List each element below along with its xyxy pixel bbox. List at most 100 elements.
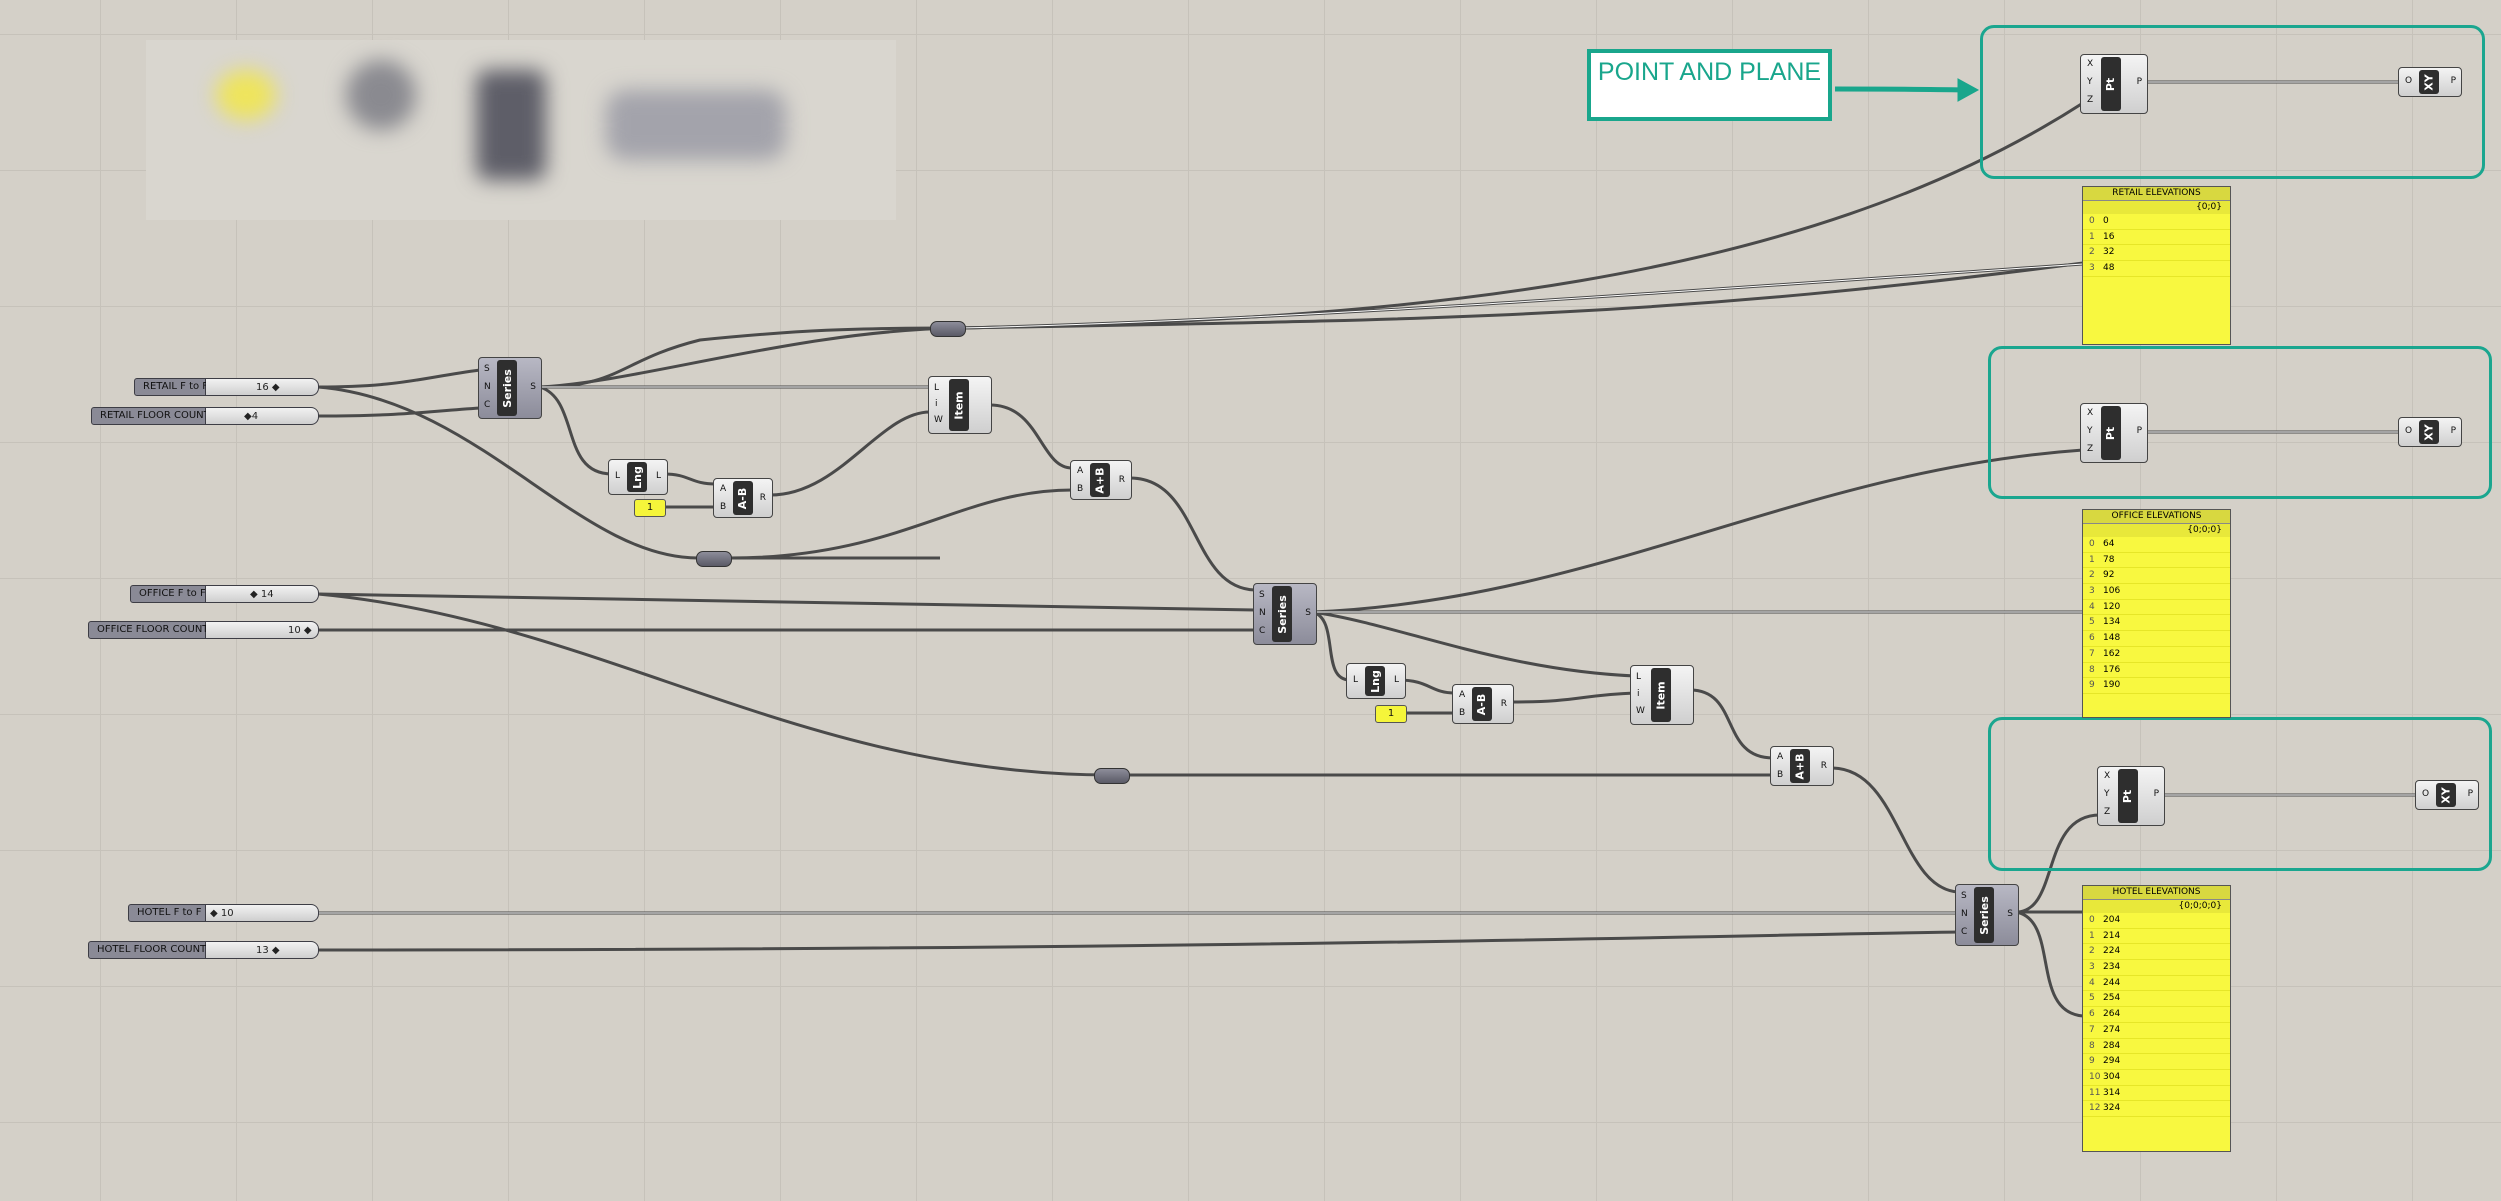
panel-row: 6 264 — [2083, 1007, 2230, 1023]
row-value: 234 — [2103, 962, 2121, 973]
input-a[interactable]: A — [1777, 752, 1783, 762]
wire — [539, 385, 613, 476]
office-ftf-slider[interactable]: OFFICE F to F ◆ 14 — [130, 585, 319, 603]
component-nickname: A+B — [1090, 463, 1110, 497]
input-b[interactable]: B — [1077, 484, 1083, 494]
series-component[interactable]: S N C Series S — [1955, 884, 2019, 946]
list-item-component[interactable]: L i W Item — [1630, 665, 1694, 725]
highlight-group — [1988, 717, 2492, 871]
input-a[interactable]: A — [1459, 690, 1465, 700]
output-r[interactable]: R — [1501, 699, 1507, 709]
input-b[interactable]: B — [1777, 770, 1783, 780]
slider-value: ◆ 10 — [210, 908, 234, 919]
output-r[interactable]: R — [1119, 475, 1125, 485]
subtraction-component[interactable]: A B A-B R — [713, 478, 773, 518]
input-l[interactable]: L — [934, 383, 939, 393]
row-index: 2 — [2089, 946, 2095, 957]
slider-track[interactable]: 13 ◆ — [206, 941, 319, 959]
input-a[interactable]: A — [720, 484, 726, 494]
input-n[interactable]: N — [1961, 909, 1968, 919]
row-index: 10 — [2089, 1071, 2101, 1082]
input-l[interactable]: L — [615, 471, 620, 481]
list-length-component[interactable]: L Lng L — [608, 459, 668, 495]
input-a[interactable]: A — [1077, 466, 1083, 476]
wire — [539, 261, 2084, 389]
row-value: 264 — [2103, 1009, 2121, 1020]
list-item-component[interactable]: L i W Item — [928, 376, 992, 434]
output-s[interactable]: S — [2007, 909, 2013, 919]
hotel-count-slider[interactable]: HOTEL FLOOR COUNT 13 ◆ — [88, 941, 319, 959]
panel-row: 2 224 — [2083, 944, 2230, 961]
input-c[interactable]: C — [1259, 626, 1265, 636]
component-nickname: A+B — [1790, 749, 1810, 783]
slider-value: 10 ◆ — [288, 625, 312, 636]
slider-track[interactable]: 10 ◆ — [206, 621, 319, 639]
retail-ftf-slider[interactable]: RETAIL F to F 16 ◆ — [134, 378, 319, 396]
number-panel[interactable]: 1 — [1375, 705, 1407, 723]
list-length-component[interactable]: L Lng L — [1346, 663, 1406, 699]
input-l[interactable]: L — [1353, 675, 1358, 685]
row-index: 1 — [2089, 554, 2095, 565]
input-w[interactable]: W — [934, 415, 943, 425]
input-b[interactable]: B — [720, 502, 726, 512]
input-c[interactable]: C — [1961, 927, 1967, 937]
retail-count-slider[interactable]: RETAIL FLOOR COUNT ◆4 — [91, 407, 319, 425]
retail-elevations-panel[interactable]: RETAIL ELEVATIONS {0;0} 0 0 1 16 2 32 3 48 — [2082, 186, 2231, 345]
slider-track[interactable]: ◆ 14 — [206, 585, 319, 603]
input-i[interactable]: i — [1637, 689, 1640, 699]
output-r[interactable]: R — [1821, 761, 1827, 771]
output-s[interactable]: S — [1305, 608, 1311, 618]
number-panel[interactable]: 1 — [634, 499, 666, 517]
wire — [2015, 910, 2084, 1018]
addition-component[interactable]: A B A+B R — [1770, 746, 1834, 786]
wire — [1312, 448, 2084, 614]
input-w[interactable]: W — [1636, 706, 1645, 716]
output-l[interactable]: L — [656, 471, 661, 481]
series-component[interactable]: S N C Series S — [478, 357, 542, 419]
row-index: 12 — [2089, 1103, 2101, 1114]
input-n[interactable]: N — [484, 382, 491, 392]
input-s[interactable]: S — [1259, 590, 1265, 600]
output-s[interactable]: S — [530, 382, 536, 392]
slider-track[interactable]: 16 ◆ — [206, 378, 319, 396]
subtraction-component[interactable]: A B A-B R — [1452, 684, 1514, 724]
input-s[interactable]: S — [1961, 891, 1967, 901]
panel-row: 9 190 — [2083, 678, 2230, 694]
series-component[interactable]: S N C Series S — [1253, 583, 1317, 645]
office-elevations-panel[interactable]: OFFICE ELEVATIONS {0;0;0} 0 64 1 78 2 92 3 106 4… — [2082, 509, 2231, 718]
output-r[interactable]: R — [760, 493, 766, 503]
relay-node[interactable] — [1094, 768, 1130, 784]
office-count-slider[interactable]: OFFICE FLOOR COUNT 10 ◆ — [88, 621, 319, 639]
row-index: 7 — [2089, 1024, 2095, 1035]
panel-row: 8 284 — [2083, 1039, 2230, 1055]
slider-track[interactable]: ◆4 — [206, 407, 319, 425]
row-value: 304 — [2103, 1071, 2121, 1082]
row-index: 3 — [2089, 586, 2095, 597]
wire — [989, 403, 1073, 470]
row-index: 5 — [2089, 993, 2095, 1004]
panel-row: 7 162 — [2083, 647, 2230, 663]
row-value: 134 — [2103, 617, 2121, 628]
slider-value: ◆4 — [244, 411, 259, 422]
hotel-ftf-slider[interactable]: HOTEL F to F ◆ 10 — [128, 904, 319, 922]
row-value: 106 — [2103, 586, 2121, 597]
input-c[interactable]: C — [484, 400, 490, 410]
row-index: 6 — [2089, 1009, 2095, 1020]
input-s[interactable]: S — [484, 364, 490, 374]
relay-node[interactable] — [696, 551, 732, 567]
relay-node[interactable] — [930, 321, 966, 337]
row-value: 16 — [2103, 231, 2115, 242]
input-b[interactable]: B — [1459, 708, 1465, 718]
addition-component[interactable]: A B A+B R — [1070, 460, 1132, 500]
input-n[interactable]: N — [1259, 608, 1266, 618]
wire — [1397, 678, 1456, 695]
row-index: 9 — [2089, 680, 2095, 691]
slider-track[interactable]: ◆ 10 — [206, 904, 319, 922]
input-l[interactable]: L — [1636, 672, 1641, 682]
component-nickname: Series — [1272, 586, 1292, 642]
panel-row: 4 244 — [2083, 976, 2230, 992]
row-value: 162 — [2103, 648, 2121, 659]
input-i[interactable]: i — [935, 399, 938, 409]
output-l[interactable]: L — [1394, 675, 1399, 685]
hotel-elevations-panel[interactable]: HOTEL ELEVATIONS {0;0;0;0} 0 204 1 214 2 224 3… — [2082, 885, 2231, 1152]
